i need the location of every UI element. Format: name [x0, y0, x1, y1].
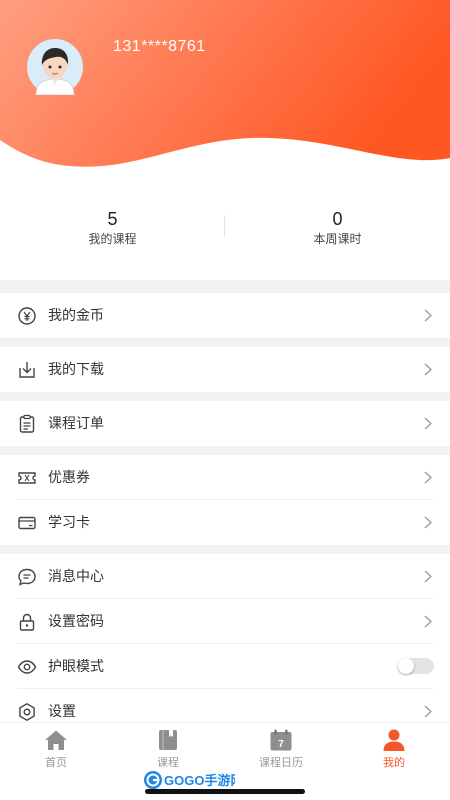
download-icon	[19, 362, 35, 378]
tab-home[interactable]: 首页	[0, 729, 112, 770]
chevron-right-icon	[424, 615, 432, 628]
menu-item-coupons[interactable]: 优惠券	[0, 455, 450, 500]
card-icon	[18, 516, 36, 530]
stat-value: 0	[332, 209, 343, 229]
menu-label: 我的金币	[48, 308, 104, 324]
menu-label: 课程订单	[48, 416, 104, 432]
menu-label: 设置	[48, 704, 76, 720]
gogo-logo-icon: GOGO手游网	[144, 771, 235, 789]
chevron-right-icon	[424, 363, 432, 376]
chevron-right-icon	[424, 705, 432, 718]
menu-label: 护眼模式	[48, 659, 104, 675]
tab-label: 课程	[157, 756, 179, 769]
home-icon	[45, 730, 67, 750]
tab-mine[interactable]: 我的	[338, 729, 450, 770]
avatar[interactable]	[22, 39, 86, 95]
chevron-right-icon	[424, 516, 432, 529]
menu-label: 我的下载	[48, 362, 104, 378]
watermark-text: GOGO手游网	[164, 773, 235, 788]
user-phone: 131****8761	[113, 38, 206, 55]
tab-courses[interactable]: 课程	[112, 729, 224, 770]
stat-label: 我的课程	[88, 232, 137, 246]
tab-course-calendar[interactable]: 7 课程日历	[225, 729, 337, 770]
toggle-knob	[398, 658, 414, 674]
home-indicator	[145, 789, 305, 794]
message-icon	[18, 568, 36, 586]
menu-item-messages[interactable]: 消息中心	[0, 554, 450, 599]
book-icon	[159, 730, 177, 750]
lock-icon	[19, 613, 35, 631]
menu-label: 消息中心	[48, 569, 104, 585]
menu-label: 设置密码	[48, 614, 104, 630]
stat-label: 本周课时	[313, 232, 362, 246]
yen-coin-icon	[18, 307, 36, 325]
menu-item-password[interactable]: 设置密码	[0, 599, 450, 644]
menu-item-coins[interactable]: 我的金币	[0, 293, 450, 338]
calendar-day-badge: 7	[278, 739, 284, 750]
tab-label: 我的	[383, 756, 405, 769]
chevron-right-icon	[424, 471, 432, 484]
menu-item-study-card[interactable]: 学习卡	[0, 500, 450, 545]
stat-weekly-hours[interactable]: 0 本周课时	[225, 209, 450, 247]
eye-mode-toggle[interactable]	[398, 658, 434, 674]
clipboard-icon	[19, 414, 35, 433]
chevron-right-icon	[424, 417, 432, 430]
profile-header: 131****8761	[0, 0, 450, 185]
menu-item-eye-mode: 护眼模式	[0, 644, 450, 689]
stat-my-courses[interactable]: 5 我的课程	[0, 209, 225, 247]
tab-label: 课程日历	[259, 756, 303, 769]
menu-item-downloads[interactable]: 我的下载	[0, 347, 450, 392]
ticket-icon	[18, 472, 36, 484]
person-icon	[383, 729, 405, 751]
calendar-icon: 7	[270, 729, 292, 751]
stat-value: 5	[107, 209, 118, 229]
menu-label: 优惠券	[48, 470, 90, 486]
chevron-right-icon	[424, 309, 432, 322]
stats-panel: 5 我的课程 0 本周课时	[0, 185, 450, 280]
tab-label: 首页	[45, 756, 67, 769]
settings-icon	[19, 702, 35, 722]
chevron-right-icon	[424, 570, 432, 583]
menu-label: 学习卡	[48, 515, 90, 531]
menu-item-orders[interactable]: 课程订单	[0, 401, 450, 446]
eye-icon	[17, 660, 37, 674]
